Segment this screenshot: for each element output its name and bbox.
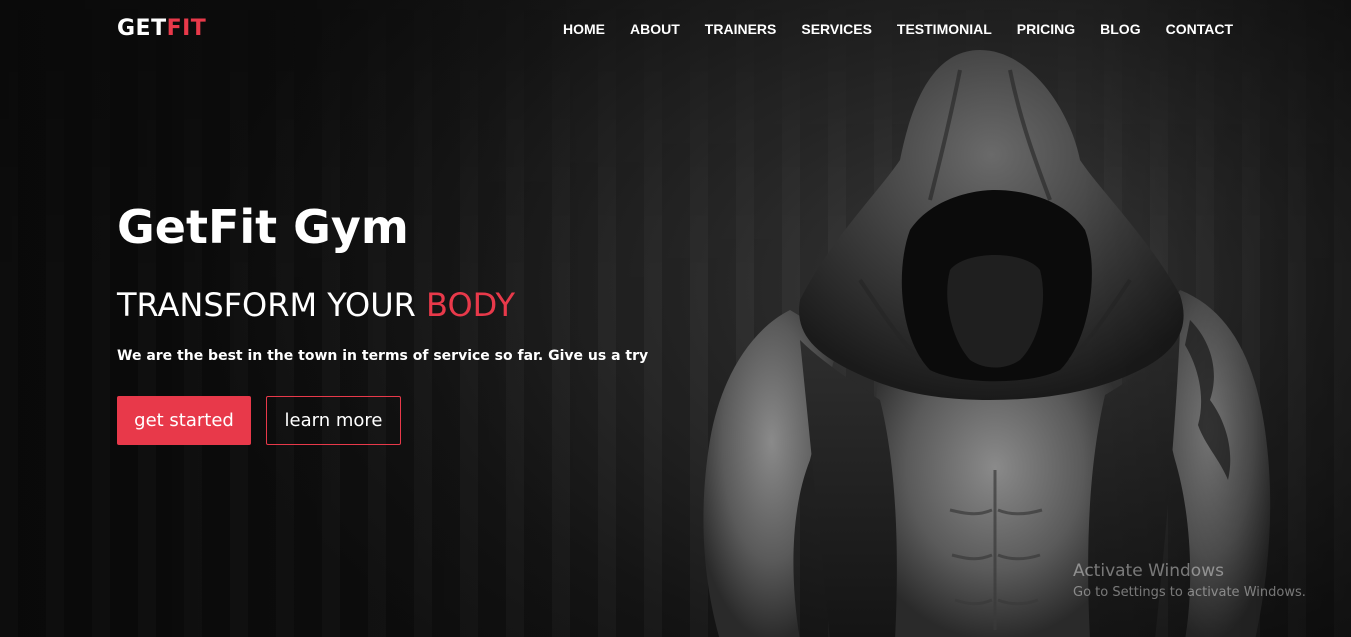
brand-logo[interactable]: GETFIT <box>117 16 206 41</box>
nav-pricing[interactable]: PRICING <box>1017 21 1075 37</box>
get-started-button[interactable]: get started <box>117 396 251 445</box>
hero-subtitle: TRANSFORM YOUR BODY <box>117 286 515 324</box>
watermark-title: Activate Windows <box>1073 561 1224 581</box>
nav-services[interactable]: SERVICES <box>801 21 872 37</box>
nav-trainers[interactable]: TRAINERS <box>705 21 777 37</box>
activation-watermark: Activate Windows Go to Settings to activ… <box>1073 561 1306 600</box>
nav-about[interactable]: ABOUT <box>630 21 680 37</box>
hero-subtitle-highlight: BODY <box>426 286 516 324</box>
brand-logo-part2: FIT <box>166 16 207 41</box>
hero-subtitle-text: TRANSFORM YOUR <box>117 286 427 324</box>
nav-contact[interactable]: CONTACT <box>1166 21 1233 37</box>
hero-title: GetFit Gym <box>117 200 409 254</box>
main-navigation: HOME ABOUT TRAINERS SERVICES TESTIMONIAL… <box>563 19 1233 38</box>
hero-section: GETFIT HOME ABOUT TRAINERS SERVICES TEST… <box>0 0 1351 637</box>
learn-more-button[interactable]: learn more <box>266 396 401 445</box>
nav-blog[interactable]: BLOG <box>1100 21 1140 37</box>
watermark-subtitle: Go to Settings to activate Windows. <box>1073 585 1306 600</box>
brand-logo-part1: GET <box>117 16 167 41</box>
nav-home[interactable]: HOME <box>563 21 605 37</box>
hero-description: We are the best in the town in terms of … <box>117 348 649 364</box>
nav-testimonial[interactable]: TESTIMONIAL <box>897 21 992 37</box>
